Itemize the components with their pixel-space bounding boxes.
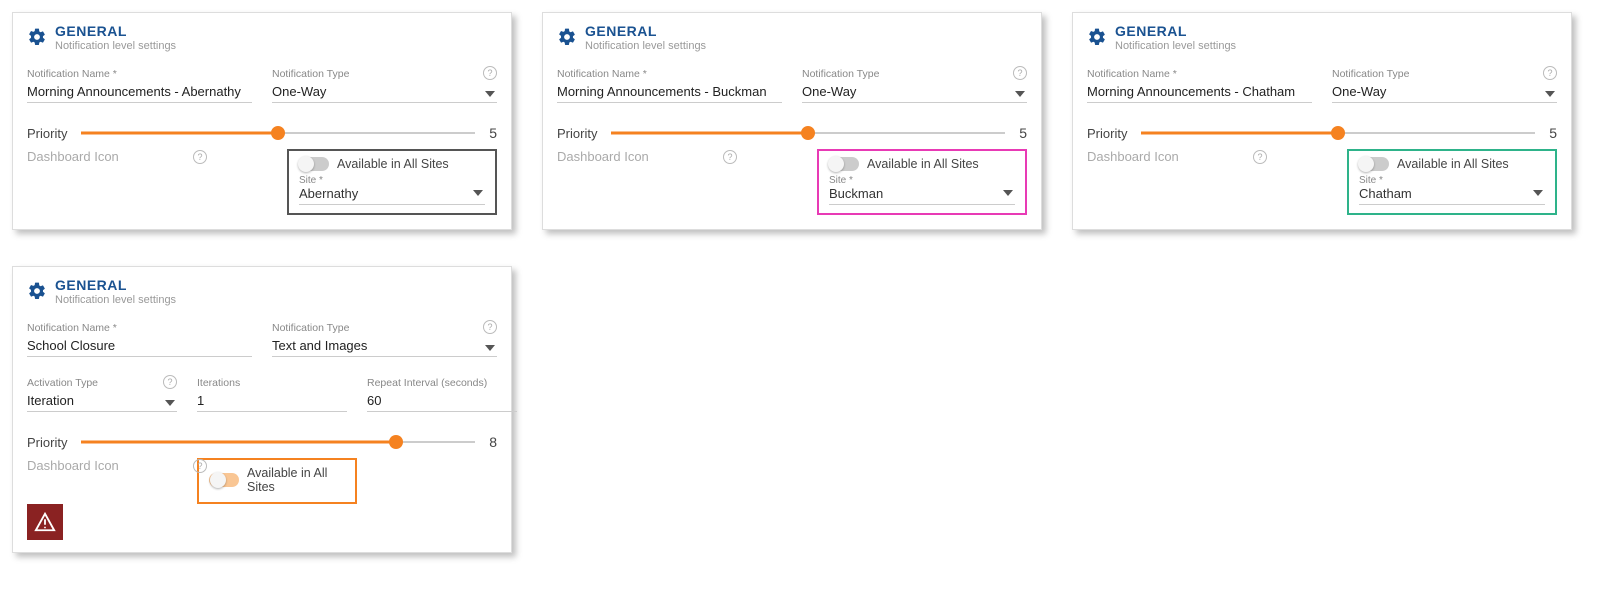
priority-label: Priority (1087, 126, 1127, 141)
priority-value: 5 (1019, 125, 1027, 141)
iterations-label: Iterations (197, 377, 347, 389)
site-box: Available in All Sites Site * Buckman (817, 149, 1027, 215)
chevron-down-icon (485, 345, 495, 351)
gear-icon (27, 281, 47, 301)
section-title: GENERAL (1115, 23, 1236, 39)
chevron-down-icon (1015, 91, 1025, 97)
available-label: Available in All Sites (337, 157, 449, 171)
priority-slider[interactable] (611, 123, 1005, 143)
section-title: GENERAL (55, 277, 176, 293)
notification-type-select[interactable]: One-Way (802, 82, 1027, 103)
section-subtitle: Notification level settings (585, 40, 706, 52)
help-icon[interactable]: ? (483, 320, 497, 334)
chevron-down-icon (1533, 190, 1543, 196)
available-toggle[interactable] (299, 157, 329, 171)
priority-label: Priority (27, 126, 67, 141)
gear-icon (27, 27, 47, 47)
activation-type-label: Activation Type (27, 377, 177, 389)
priority-value: 8 (489, 434, 497, 450)
site-select[interactable]: Abernathy (299, 186, 485, 205)
notification-name-label: Notification Name * (1087, 68, 1312, 80)
notification-type-select[interactable]: One-Way (1332, 82, 1557, 103)
priority-label: Priority (27, 435, 67, 450)
dashboard-icon-label: Dashboard Icon ? (27, 458, 137, 473)
dashboard-icon-label: Dashboard Icon ? (557, 149, 667, 164)
available-toggle[interactable] (1359, 157, 1389, 171)
available-label: Available in All Sites (1397, 157, 1509, 171)
notification-name-label: Notification Name * (27, 68, 252, 80)
site-label: Site * (1359, 175, 1545, 186)
chevron-down-icon (1545, 91, 1555, 97)
priority-slider[interactable] (1141, 123, 1535, 143)
site-box: Available in All Sites Site * Abernathy (287, 149, 497, 215)
available-toggle[interactable] (829, 157, 859, 171)
section-subtitle: Notification level settings (55, 294, 176, 306)
notification-type-label: Notification Type (802, 68, 1027, 80)
priority-slider[interactable] (81, 432, 475, 452)
site-label: Site * (299, 175, 485, 186)
activation-type-select[interactable]: Iteration (27, 391, 177, 412)
chevron-down-icon (1003, 190, 1013, 196)
priority-label: Priority (557, 126, 597, 141)
general-panel-chatham: GENERAL Notification level settings Noti… (1072, 12, 1572, 230)
notification-name-input[interactable]: Morning Announcements - Chatham (1087, 82, 1312, 103)
help-icon[interactable]: ? (723, 150, 737, 164)
notification-type-label: Notification Type (272, 68, 497, 80)
notification-type-label: Notification Type (1332, 68, 1557, 80)
notification-type-select[interactable]: Text and Images (272, 336, 497, 357)
notification-type-label: Notification Type (272, 322, 497, 334)
gear-icon (1087, 27, 1107, 47)
site-select[interactable]: Buckman (829, 186, 1015, 205)
help-icon[interactable]: ? (193, 150, 207, 164)
general-panel-abernathy: GENERAL Notification level settings Noti… (12, 12, 512, 230)
iterations-input[interactable]: 1 (197, 391, 347, 412)
section-title: GENERAL (585, 23, 706, 39)
section-subtitle: Notification level settings (1115, 40, 1236, 52)
notification-type-select[interactable]: One-Way (272, 82, 497, 103)
available-toggle[interactable] (209, 473, 239, 487)
available-box: Available in All Sites (197, 458, 357, 504)
available-label: Available in All Sites (867, 157, 979, 171)
general-panel-buckman: GENERAL Notification level settings Noti… (542, 12, 1042, 230)
general-panel-school-closure: GENERAL Notification level settings Noti… (12, 266, 512, 553)
help-icon[interactable]: ? (193, 459, 207, 473)
repeat-interval-input[interactable]: 60 (367, 391, 517, 412)
notification-name-input[interactable]: Morning Announcements - Abernathy (27, 82, 252, 103)
priority-slider[interactable] (81, 123, 475, 143)
help-icon[interactable]: ? (1013, 66, 1027, 80)
chevron-down-icon (485, 91, 495, 97)
section-subtitle: Notification level settings (55, 40, 176, 52)
repeat-interval-label: Repeat Interval (seconds) (367, 377, 517, 389)
help-icon[interactable]: ? (1543, 66, 1557, 80)
help-icon[interactable]: ? (163, 375, 177, 389)
dashboard-icon-label: Dashboard Icon ? (1087, 149, 1197, 164)
available-label: Available in All Sites (247, 466, 345, 494)
gear-icon (557, 27, 577, 47)
chevron-down-icon (473, 190, 483, 196)
notification-name-label: Notification Name * (27, 322, 252, 334)
site-select[interactable]: Chatham (1359, 186, 1545, 205)
notification-name-input[interactable]: School Closure (27, 336, 252, 357)
notification-name-input[interactable]: Morning Announcements - Buckman (557, 82, 782, 103)
dashboard-icon-label: Dashboard Icon ? (27, 149, 137, 164)
warning-icon[interactable] (27, 504, 63, 540)
help-icon[interactable]: ? (1253, 150, 1267, 164)
site-box: Available in All Sites Site * Chatham (1347, 149, 1557, 215)
section-title: GENERAL (55, 23, 176, 39)
notification-name-label: Notification Name * (557, 68, 782, 80)
priority-value: 5 (1549, 125, 1557, 141)
help-icon[interactable]: ? (483, 66, 497, 80)
chevron-down-icon (165, 400, 175, 406)
site-label: Site * (829, 175, 1015, 186)
priority-value: 5 (489, 125, 497, 141)
